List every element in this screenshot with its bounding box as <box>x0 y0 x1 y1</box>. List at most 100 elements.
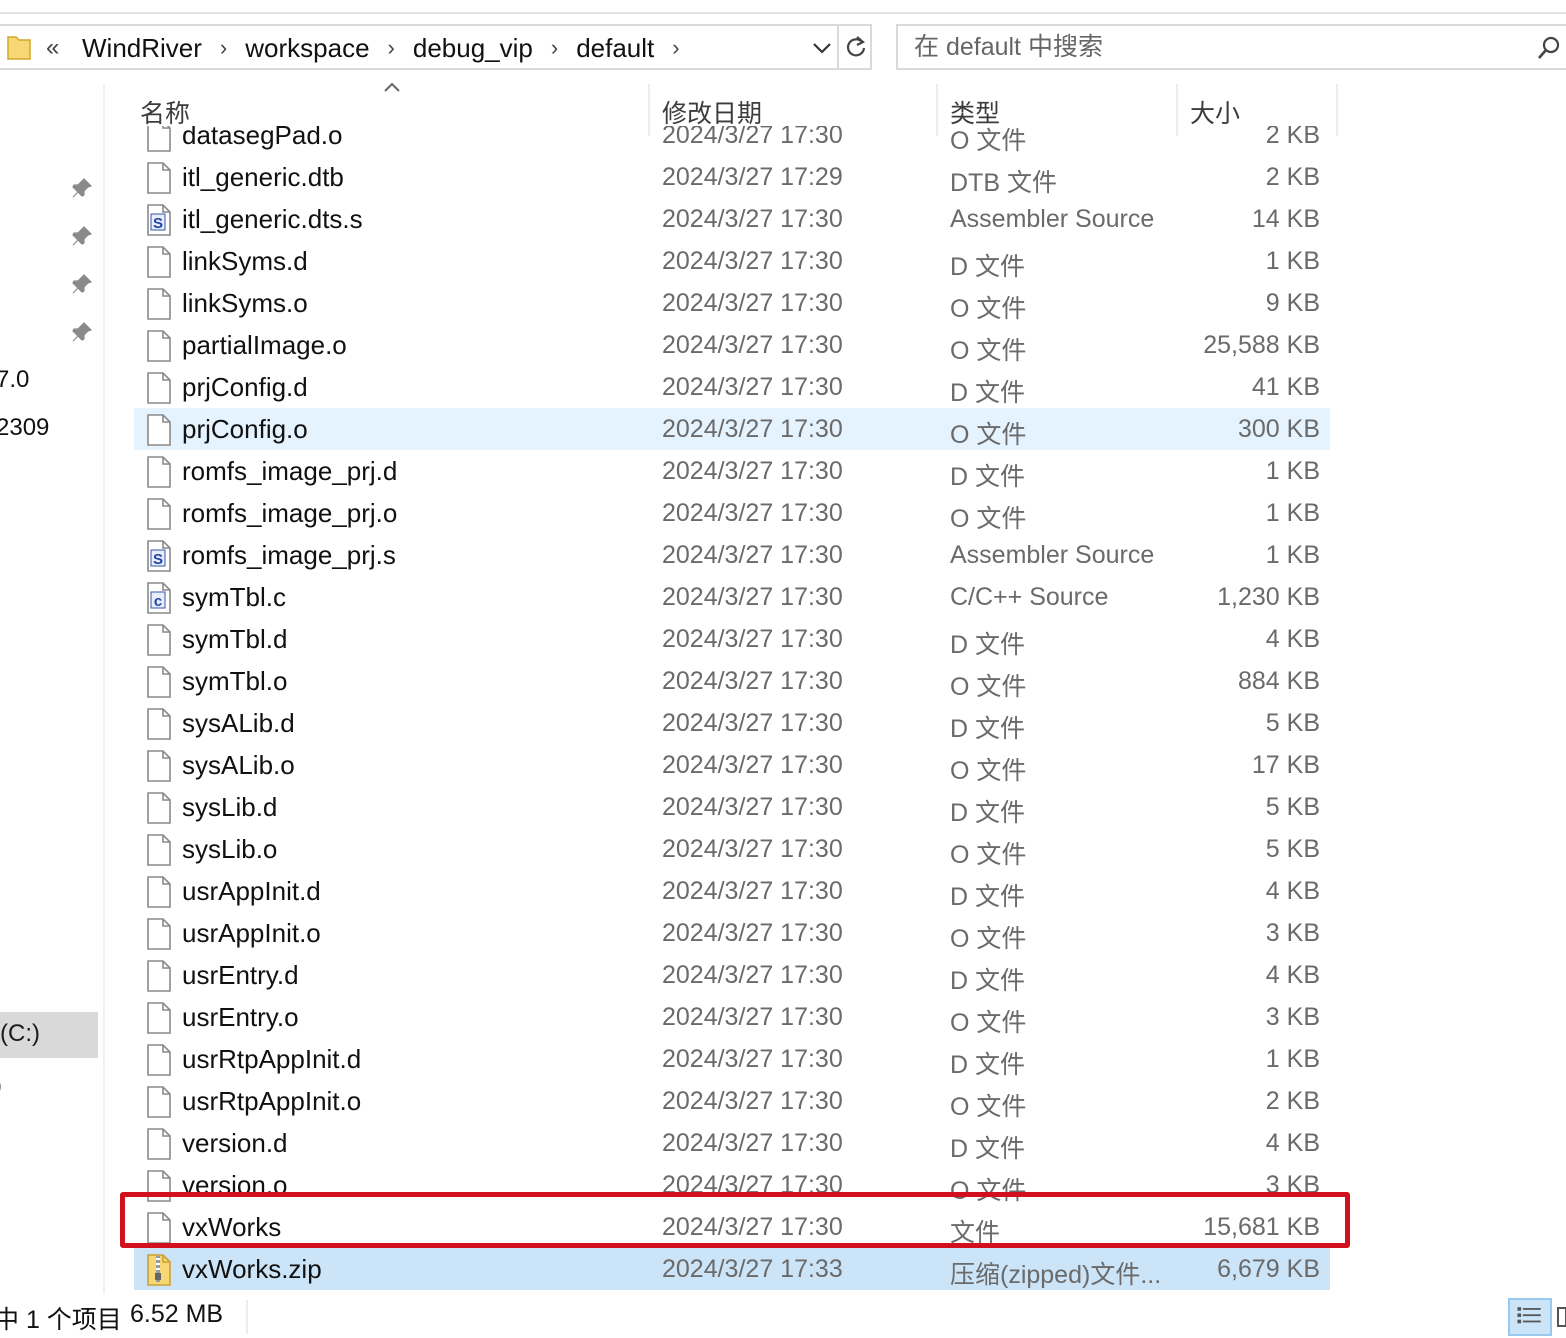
pin-icon[interactable] <box>70 176 94 200</box>
file-row[interactable]: datasegPad.o 2024/3/27 17:30 O 文件 2 KB <box>134 126 1330 156</box>
folder-icon <box>7 36 31 60</box>
file-type: O 文件 <box>950 673 1027 701</box>
breadcrumb-separator-icon[interactable]: › <box>672 37 679 59</box>
tiles-view-button[interactable] <box>1556 1298 1566 1336</box>
file-name: linkSyms.d <box>182 246 308 276</box>
file-size: 1 KB <box>1265 247 1320 275</box>
file-type: D 文件 <box>950 463 1026 491</box>
sort-ascending-icon <box>384 82 400 92</box>
breadcrumb-separator-icon[interactable]: › <box>220 37 227 59</box>
file-row[interactable]: romfs_image_prj.d 2024/3/27 17:30 D 文件 1 KB <box>134 450 1330 492</box>
file-row[interactable]: vxWorks 2024/3/27 17:30 文件 15,681 KB <box>134 1206 1330 1248</box>
file-row[interactable]: symTbl.o 2024/3/27 17:30 O 文件 884 KB <box>134 660 1330 702</box>
file-name: romfs_image_prj.o <box>182 498 398 528</box>
file-modified-date: 2024/3/27 17:30 <box>662 205 843 233</box>
file-type: D 文件 <box>950 253 1026 281</box>
blank-file-icon <box>147 1128 171 1160</box>
file-modified-date: 2024/3/27 17:30 <box>662 751 843 779</box>
window-top-border <box>0 12 1566 14</box>
column-header-type[interactable]: 类型 <box>950 94 1000 130</box>
file-list: datasegPad.o 2024/3/27 17:30 O 文件 2 KB itl_g… <box>134 126 1334 1294</box>
blank-file-icon <box>147 1044 171 1076</box>
file-row[interactable]: prjConfig.o 2024/3/27 17:30 O 文件 300 KB <box>134 408 1330 450</box>
column-header-date[interactable]: 修改日期 <box>662 94 762 130</box>
blank-file-icon <box>147 498 171 530</box>
pin-icon[interactable] <box>70 224 94 248</box>
file-row[interactable]: romfs_image_prj.o 2024/3/27 17:30 O 文件 1 KB <box>134 492 1330 534</box>
file-row[interactable]: linkSyms.o 2024/3/27 17:30 O 文件 9 KB <box>134 282 1330 324</box>
file-size: 1 KB <box>1265 1045 1320 1073</box>
file-row[interactable]: Sromfs_image_prj.s 2024/3/27 17:30 Assembl… <box>134 534 1330 576</box>
file-row[interactable]: partialImage.o 2024/3/27 17:30 O 文件 25,588 … <box>134 324 1330 366</box>
file-name: usrAppInit.o <box>182 918 321 948</box>
file-modified-date: 2024/3/27 17:30 <box>662 667 843 695</box>
file-row[interactable]: prjConfig.d 2024/3/27 17:30 D 文件 41 KB <box>134 366 1330 408</box>
overflow-chevron-icon[interactable]: « <box>46 34 59 62</box>
file-modified-date: 2024/3/27 17:30 <box>662 583 843 611</box>
file-row[interactable]: usrEntry.d 2024/3/27 17:30 D 文件 4 KB <box>134 954 1330 996</box>
chevron-down-icon[interactable] <box>810 33 834 61</box>
details-view-button[interactable] <box>1508 1298 1552 1336</box>
file-size: 6,679 KB <box>1217 1255 1320 1283</box>
file-name: usrEntry.d <box>182 960 299 990</box>
assembler-file-icon: S <box>147 204 171 236</box>
breadcrumb-separator-icon[interactable]: › <box>388 37 395 59</box>
pin-icon[interactable] <box>70 272 94 296</box>
file-row[interactable]: itl_generic.dtb 2024/3/27 17:29 DTB 文件 2 KB <box>134 156 1330 198</box>
file-row[interactable]: usrEntry.o 2024/3/27 17:30 O 文件 3 KB <box>134 996 1330 1038</box>
file-modified-date: 2024/3/27 17:30 <box>662 961 843 989</box>
file-row[interactable]: usrRtpAppInit.d 2024/3/27 17:30 D 文件 1 KB <box>134 1038 1330 1080</box>
address-bar[interactable]: « WindRiver › workspace › debug_vip › de… <box>0 24 872 70</box>
nav-item-drive[interactable]: ) <box>0 1072 2 1100</box>
search-box[interactable] <box>896 24 1566 70</box>
file-row[interactable]: Sitl_generic.dts.s 2024/3/27 17:30 Assembl… <box>134 198 1330 240</box>
file-type: O 文件 <box>950 757 1027 785</box>
file-type: O 文件 <box>950 337 1027 365</box>
file-row[interactable]: usrAppInit.d 2024/3/27 17:30 D 文件 4 KB <box>134 870 1330 912</box>
refresh-icon[interactable] <box>843 33 869 61</box>
file-row[interactable]: symTbl.d 2024/3/27 17:30 D 文件 4 KB <box>134 618 1330 660</box>
file-modified-date: 2024/3/27 17:30 <box>662 709 843 737</box>
blank-file-icon <box>147 246 171 278</box>
file-row[interactable]: sysALib.d 2024/3/27 17:30 D 文件 5 KB <box>134 702 1330 744</box>
file-row[interactable]: c symTbl.c 2024/3/27 17:30 C/C++ Source 1,23… <box>134 576 1330 618</box>
file-row[interactable]: version.d 2024/3/27 17:30 D 文件 4 KB <box>134 1122 1330 1164</box>
blank-file-icon <box>147 918 171 950</box>
file-modified-date: 2024/3/27 17:30 <box>662 126 843 149</box>
pin-icon[interactable] <box>70 320 94 344</box>
file-row[interactable]: usrRtpAppInit.o 2024/3/27 17:30 O 文件 2 KB <box>134 1080 1330 1122</box>
pane-divider[interactable] <box>103 84 105 1294</box>
blank-file-icon <box>147 126 171 152</box>
breadcrumb-item-default[interactable]: default <box>576 33 654 64</box>
file-type: O 文件 <box>950 1009 1027 1037</box>
file-type: Assembler Source <box>950 541 1155 569</box>
file-size: 1 KB <box>1265 541 1320 569</box>
nav-item-7-0[interactable]: 7.0 <box>0 366 29 394</box>
nav-item-c-drive[interactable]: (C:) <box>0 1012 98 1058</box>
file-row[interactable]: vxWorks.zip 2024/3/27 17:33 压缩(zipped)文件..… <box>134 1248 1330 1290</box>
file-modified-date: 2024/3/27 17:33 <box>662 1255 843 1283</box>
search-icon[interactable] <box>1536 34 1562 62</box>
breadcrumb-item-debug-vip[interactable]: debug_vip <box>413 33 533 64</box>
file-modified-date: 2024/3/27 17:30 <box>662 877 843 905</box>
file-name: version.o <box>182 1170 288 1200</box>
breadcrumb-separator-icon[interactable]: › <box>551 37 558 59</box>
blank-file-icon <box>147 834 171 866</box>
file-row[interactable]: sysLib.o 2024/3/27 17:30 O 文件 5 KB <box>134 828 1330 870</box>
file-type: O 文件 <box>950 505 1027 533</box>
status-bar: 中 1 个项目 6.52 MB <box>0 1294 1566 1338</box>
file-row[interactable]: sysLib.d 2024/3/27 17:30 D 文件 5 KB <box>134 786 1330 828</box>
breadcrumb-item-windriver[interactable]: WindRiver <box>82 33 202 64</box>
nav-item-2309[interactable]: 2309 <box>0 414 49 442</box>
file-row[interactable]: linkSyms.d 2024/3/27 17:30 D 文件 1 KB <box>134 240 1330 282</box>
search-input[interactable] <box>914 32 1514 62</box>
column-header-name[interactable]: 名称 <box>140 94 190 130</box>
file-row[interactable]: version.o 2024/3/27 17:30 O 文件 3 KB <box>134 1164 1330 1206</box>
column-divider[interactable] <box>1336 84 1338 136</box>
file-row[interactable]: sysALib.o 2024/3/27 17:30 O 文件 17 KB <box>134 744 1330 786</box>
breadcrumb-item-workspace[interactable]: workspace <box>245 33 369 64</box>
file-size: 2 KB <box>1265 126 1320 149</box>
file-row[interactable]: usrAppInit.o 2024/3/27 17:30 O 文件 3 KB <box>134 912 1330 954</box>
file-type: D 文件 <box>950 1051 1026 1079</box>
column-header-size[interactable]: 大小 <box>1190 94 1240 130</box>
